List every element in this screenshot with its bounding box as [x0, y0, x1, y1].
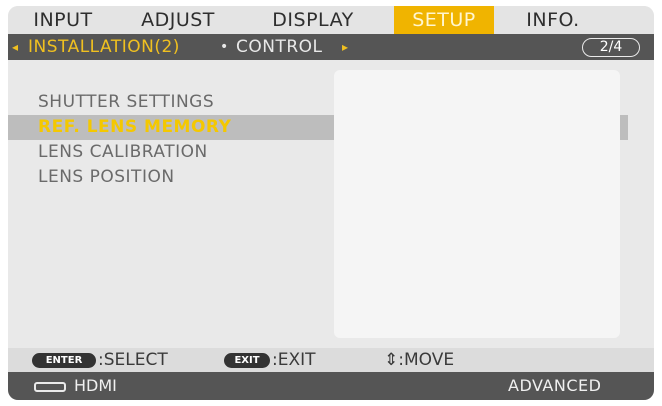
submenu-installation-2[interactable]: INSTALLATION(2)	[28, 34, 180, 60]
submenu-separator: •	[220, 39, 229, 55]
status-bar: HDMI ADVANCED	[8, 372, 654, 400]
tab-adjust[interactable]: ADJUST	[118, 6, 238, 34]
arrow-left-icon[interactable]: ◂	[12, 34, 18, 60]
tab-input[interactable]: INPUT	[8, 6, 118, 34]
projector-osd-menu: INPUT ADJUST DISPLAY SETUP INFO. ◂ INSTA…	[8, 6, 654, 400]
submenu-bar: ◂ INSTALLATION(2) • CONTROL ▸ 2/4	[8, 34, 654, 60]
tab-setup[interactable]: SETUP	[394, 6, 494, 34]
menu-content: SHUTTER SETTINGS REF. LENS MEMORY LENS C…	[8, 60, 654, 348]
detail-panel	[334, 70, 620, 338]
top-menu-tabs: INPUT ADJUST DISPLAY SETUP INFO.	[8, 6, 654, 34]
submenu-control[interactable]: CONTROL	[236, 34, 323, 60]
input-source-label: HDMI	[74, 376, 117, 395]
move-hint-label: ⇕:MOVE	[384, 350, 455, 370]
tab-info[interactable]: INFO.	[508, 6, 598, 34]
exit-hint-label: :EXIT	[272, 350, 316, 370]
menu-mode-label: ADVANCED	[508, 376, 602, 395]
key-hint-bar: ENTER :SELECT EXIT :EXIT ⇕:MOVE	[8, 348, 654, 372]
tab-display[interactable]: DISPLAY	[248, 6, 378, 34]
enter-key-badge: ENTER	[32, 353, 96, 368]
arrow-right-icon[interactable]: ▸	[342, 34, 348, 60]
page-indicator: 2/4	[582, 38, 640, 57]
hdmi-connector-icon	[34, 382, 66, 392]
exit-key-badge: EXIT	[224, 353, 270, 368]
enter-hint-label: :SELECT	[98, 350, 168, 370]
